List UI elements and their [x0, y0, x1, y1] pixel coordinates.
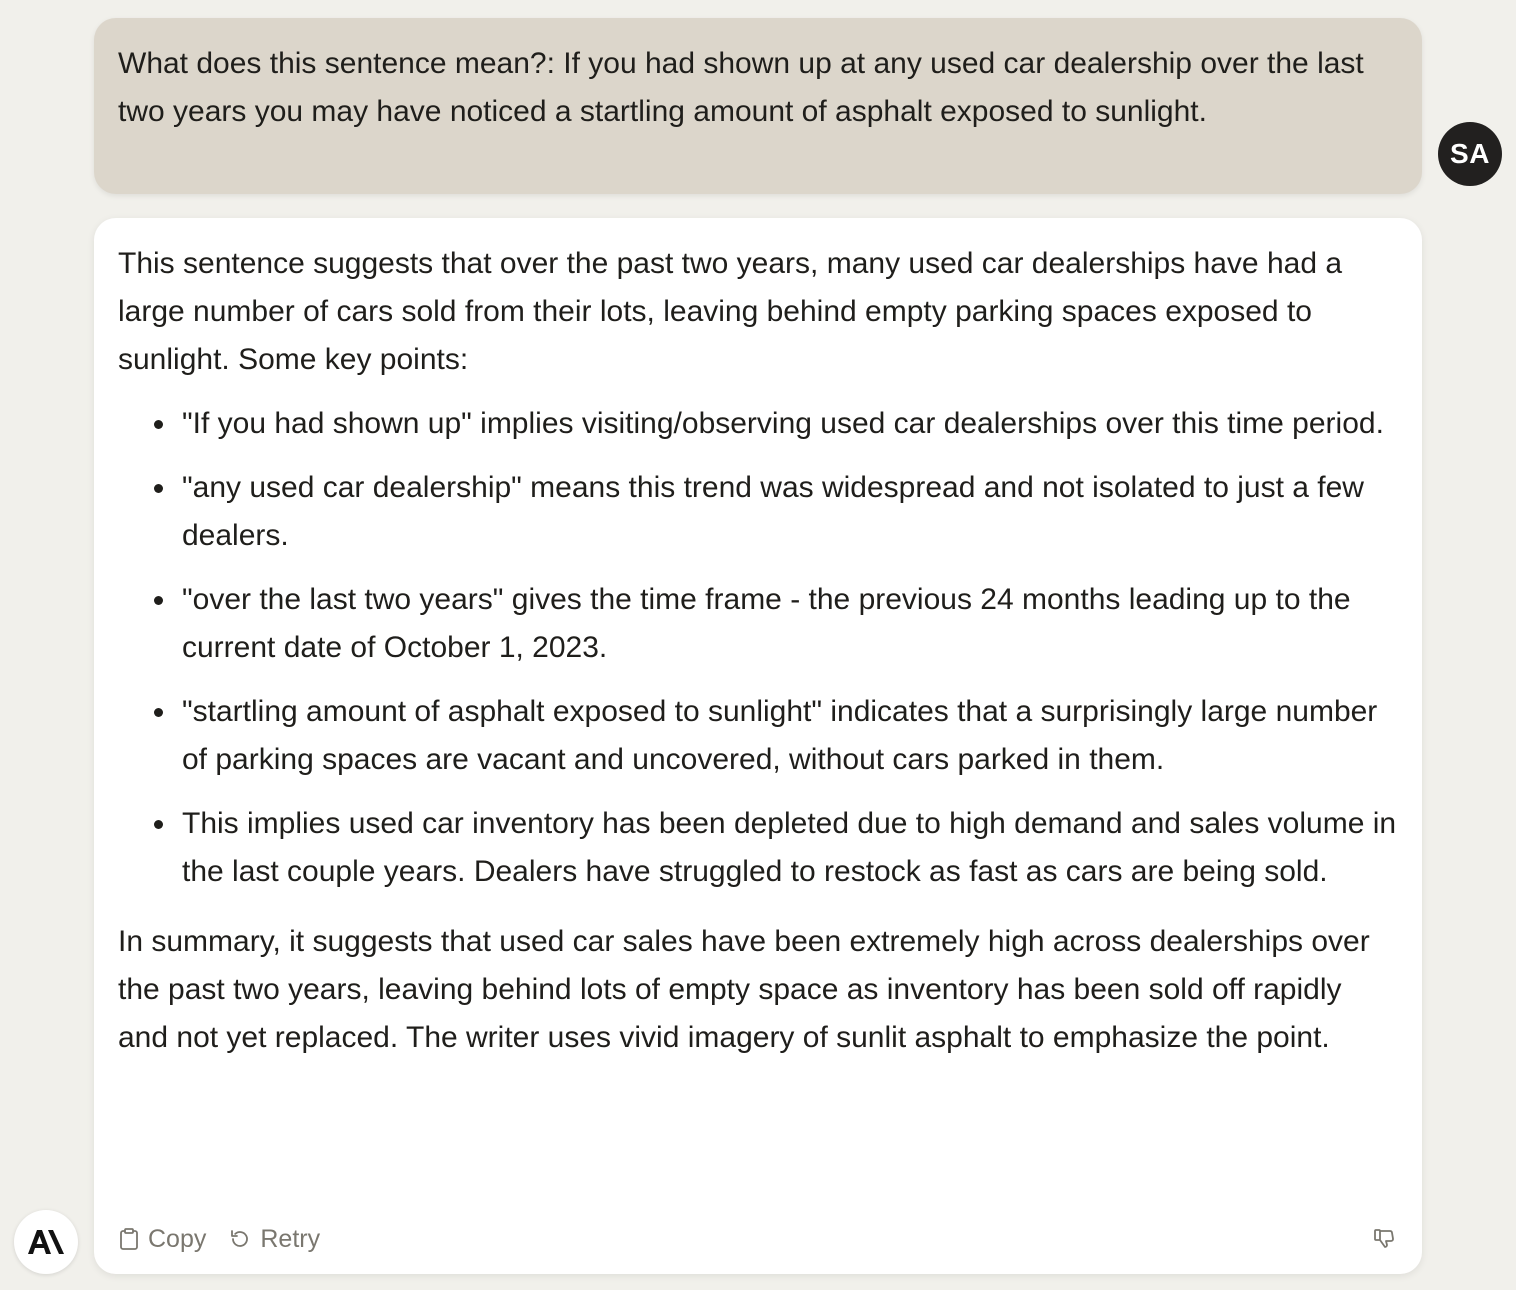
list-item: "over the last two years" gives the time…: [118, 576, 1398, 672]
user-message: What does this sentence mean?: If you ha…: [94, 18, 1422, 194]
user-avatar[interactable]: SA: [1438, 122, 1502, 186]
retry-label: Retry: [260, 1225, 321, 1253]
response-summary: In summary, it suggests that used car sa…: [118, 925, 1370, 1054]
list-item-text: This implies used car inventory has been…: [182, 807, 1397, 888]
list-item-text: "startling amount of asphalt exposed to …: [182, 695, 1378, 776]
bullet-icon: [154, 820, 163, 829]
copy-label: Copy: [148, 1225, 207, 1253]
chat-window: What does this sentence mean?: If you ha…: [0, 0, 1516, 1290]
bullet-icon: [154, 420, 163, 429]
anthropic-logo-icon: [28, 1230, 64, 1254]
list-item: "startling amount of asphalt exposed to …: [118, 688, 1398, 784]
list-item-text: "any used car dealership" means this tre…: [182, 471, 1364, 552]
bullet-icon: [154, 484, 163, 493]
thumbs-down-button[interactable]: [1372, 1227, 1398, 1251]
list-item: "If you had shown up" implies visiting/o…: [118, 400, 1398, 448]
clipboard-icon: [120, 1228, 138, 1250]
key-points-list: "If you had shown up" implies visiting/o…: [118, 400, 1398, 896]
copy-button[interactable]: Copy: [118, 1215, 206, 1263]
retry-button[interactable]: Retry: [228, 1215, 320, 1263]
list-item: "any used car dealership" means this tre…: [118, 464, 1398, 560]
bullet-icon: [154, 596, 163, 605]
list-item: This implies used car inventory has been…: [118, 800, 1398, 896]
bullet-icon: [154, 708, 163, 717]
list-item-text: "over the last two years" gives the time…: [182, 583, 1351, 664]
assistant-logo-icon: [14, 1210, 78, 1274]
thumbs-down-icon: [1374, 1229, 1394, 1248]
message-actions: Copy Retry: [118, 1221, 1398, 1257]
list-item-text: "If you had shown up" implies visiting/o…: [182, 407, 1384, 440]
user-message-text: What does this sentence mean?: If you ha…: [118, 47, 1364, 128]
response-intro: This sentence suggests that over the pas…: [118, 247, 1343, 376]
avatar-initials: SA: [1450, 138, 1490, 169]
retry-icon: [231, 1230, 249, 1247]
assistant-message: This sentence suggests that over the pas…: [94, 218, 1422, 1274]
